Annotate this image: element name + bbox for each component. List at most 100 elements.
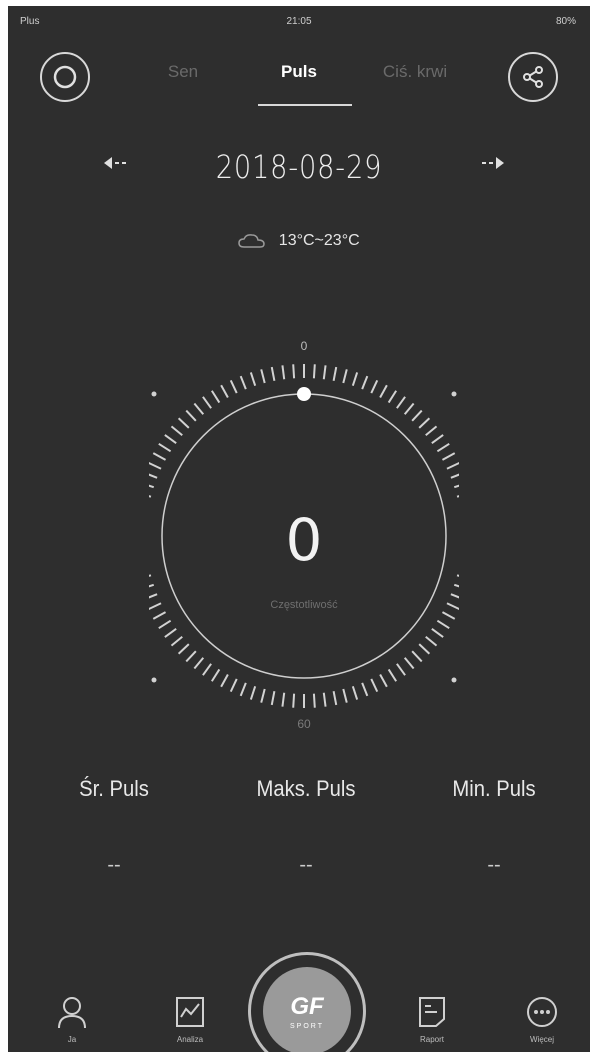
stat-label: Min. Puls	[452, 776, 536, 801]
gauge-tick	[270, 366, 276, 381]
gauge-tick	[193, 402, 205, 415]
gauge-position-dot[interactable]	[297, 387, 311, 401]
cloud-icon	[238, 233, 266, 248]
gauge-tick	[411, 650, 423, 663]
gauge-tick	[418, 643, 431, 655]
status-time: 21:05	[286, 16, 312, 27]
app-screen: Plus 21:05 80% Sen Puls Ciś. krwi 2018-0…	[8, 6, 590, 1052]
gauge-tick	[370, 379, 379, 394]
gauge-tick	[270, 691, 276, 706]
gauge-tick	[441, 611, 456, 620]
gauge-tick	[292, 364, 296, 379]
current-date: 2018-08-29	[215, 148, 383, 186]
gauge-tick	[379, 673, 388, 688]
gauge-tick	[322, 365, 327, 380]
gauge-tick	[260, 688, 266, 703]
gauge-tick	[446, 461, 459, 470]
gauge-tick	[436, 442, 450, 453]
gauge-tick	[292, 693, 296, 708]
gauge-tick	[177, 643, 190, 655]
more-icon	[527, 997, 557, 1027]
date-navigator: 2018-08-29	[8, 146, 590, 190]
gauge-tick	[411, 409, 423, 422]
gauge-tick	[370, 678, 379, 693]
gauge-tick	[351, 372, 359, 387]
gauge-tick	[170, 635, 183, 647]
gauge-tick	[396, 663, 406, 676]
gauge-marker-dot	[151, 677, 157, 683]
tab-cisnienie[interactable]: Ciś. krwi	[360, 62, 470, 82]
gauge-tick	[149, 583, 155, 588]
gauge-tick	[453, 484, 459, 489]
gauge-tick	[220, 384, 229, 399]
share-button[interactable]	[508, 52, 558, 102]
nav-item-report[interactable]: Raport	[392, 995, 472, 1044]
stat-label: Śr. Puls	[79, 776, 149, 801]
tab-bar: Sen Puls Ciś. krwi	[128, 62, 470, 82]
gauge-marker-dot	[451, 677, 457, 683]
gauge-tick	[361, 375, 369, 390]
gauge-tick	[387, 390, 398, 404]
person-icon	[58, 997, 86, 1029]
circle-button[interactable]	[40, 52, 90, 102]
gauge-tick	[441, 452, 456, 461]
gauge-tick	[342, 369, 348, 384]
gauge-tick	[239, 375, 247, 390]
gauge-tick	[149, 574, 152, 577]
gauge-tick	[436, 619, 450, 630]
gauge-tick	[379, 384, 388, 399]
battery-label: 80%	[555, 16, 576, 27]
gauge-tick	[312, 693, 316, 708]
header: Sen Puls Ciś. krwi	[8, 42, 590, 112]
gauge-tick	[450, 593, 459, 599]
gauge-tick-top: 0	[301, 339, 308, 353]
gauge-tick	[453, 583, 459, 588]
chart-icon	[176, 997, 204, 1027]
tab-sen[interactable]: Sen	[128, 62, 238, 82]
gauge-tick	[164, 434, 177, 444]
gauge-tick	[446, 602, 459, 611]
gauge-tick	[185, 409, 197, 422]
active-tab-indicator	[258, 104, 352, 106]
stat-value: --	[107, 854, 121, 876]
gauge-tick	[149, 473, 158, 479]
gauge-tick	[149, 593, 158, 599]
next-day-button[interactable]	[476, 154, 504, 175]
gauge-tick	[149, 461, 162, 470]
gauge-tick	[322, 692, 327, 707]
gauge-tick	[249, 685, 257, 700]
sport-logo: GF SPORT	[263, 967, 351, 1052]
nav-item-analysis[interactable]: Analiza	[150, 995, 230, 1044]
gauge-tick	[456, 495, 459, 498]
nav-item-me[interactable]: Ja	[32, 995, 112, 1044]
gauge-tick	[210, 390, 221, 404]
gauge-tick	[431, 434, 444, 444]
circle-icon	[53, 65, 77, 89]
nav-label: Analiza	[176, 1035, 204, 1044]
tab-puls[interactable]: Puls	[244, 62, 354, 82]
nav-item-more[interactable]: Więcej	[502, 995, 582, 1044]
gauge-tick	[418, 417, 431, 429]
gauge-tick	[456, 574, 459, 577]
gauge-tick	[149, 602, 162, 611]
share-icon	[523, 66, 543, 88]
temperature-range: 13°C~23°C	[278, 232, 360, 249]
gauge-tick	[164, 628, 177, 638]
gauge-tick	[239, 682, 247, 697]
weather-info: 13°C~23°C	[8, 232, 590, 250]
nav-label: Więcej	[529, 1035, 554, 1044]
logo-text: GF	[290, 992, 324, 1020]
gauge-tick	[403, 402, 415, 415]
center-sport-button[interactable]: GF SPORT	[248, 952, 366, 1052]
nav-label: Raport	[419, 1035, 444, 1044]
gauge-tick	[220, 673, 229, 688]
gauge-tick	[152, 452, 167, 461]
stat-avg-pulse: Śr. Puls --	[24, 776, 204, 877]
gauge-value: 0	[286, 506, 323, 574]
gauge-tick	[396, 396, 406, 409]
logo-subtext: SPORT	[290, 1022, 324, 1030]
gauge-tick	[403, 657, 415, 670]
gauge-tick	[185, 650, 197, 663]
report-icon	[419, 997, 445, 1027]
gauge-tick	[281, 365, 286, 380]
